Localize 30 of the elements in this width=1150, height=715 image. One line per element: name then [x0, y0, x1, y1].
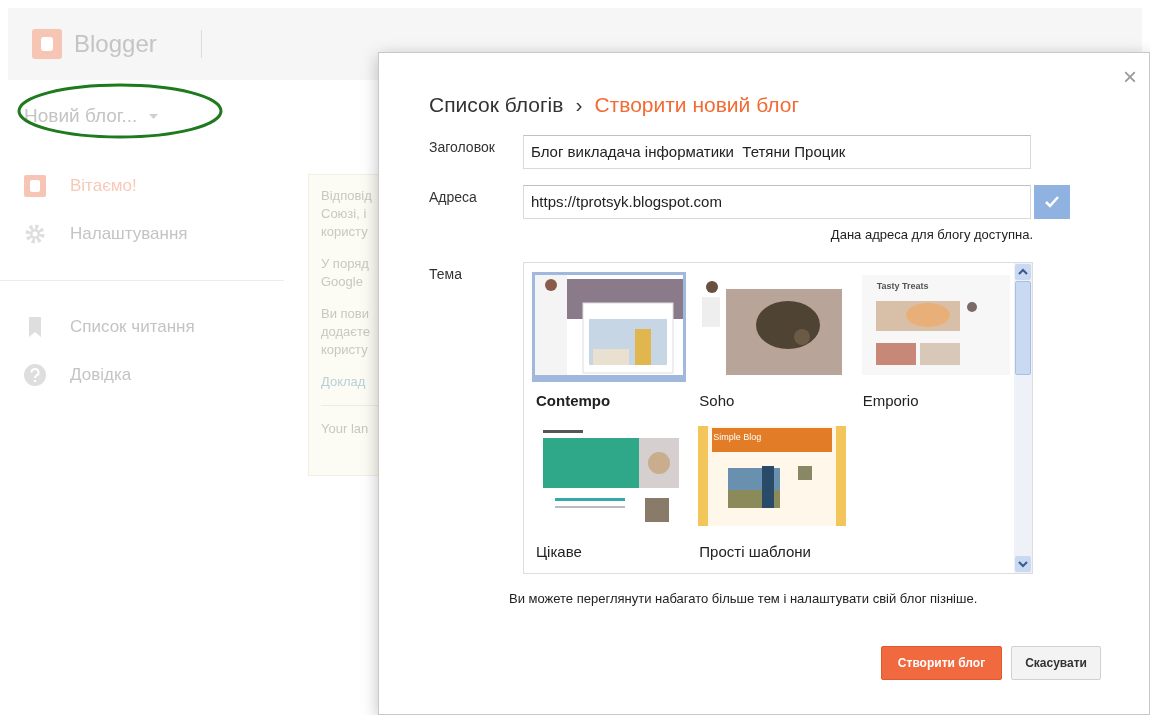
- theme-name: Contempo: [536, 391, 612, 411]
- theme-option[interactable]: Soho: [695, 272, 848, 423]
- dialog-title: Створити новий блог: [594, 92, 800, 118]
- scrollbar[interactable]: [1014, 263, 1032, 573]
- theme-name: Soho: [699, 391, 736, 411]
- title-label: Заголовок: [429, 137, 496, 157]
- breadcrumb-separator: ›: [575, 92, 583, 118]
- address-label: Адреса: [429, 187, 478, 207]
- dropdown-caret-icon: [149, 113, 159, 119]
- title-input-field[interactable]: Блог викладача інформатики Тетяни Процик: [523, 134, 1031, 169]
- theme-option[interactable]: Simple Blog Прості шаблони: [695, 423, 848, 574]
- preview-blog-title: Tasty Treats: [876, 280, 929, 293]
- theme-name: Цікаве: [536, 542, 583, 562]
- theme-name: Emporio: [862, 391, 920, 411]
- gear-icon: [24, 223, 46, 245]
- theme-option[interactable]: Tasty Treats Emporio: [858, 272, 1011, 423]
- theme-name: Прості шаблони: [699, 542, 812, 562]
- theme-option[interactable]: Contempo: [532, 272, 684, 423]
- address-status-text: Дана адреса для блогу доступна.: [830, 225, 1033, 244]
- theme-label: Тема: [429, 265, 463, 284]
- blogger-logo-icon: [24, 175, 46, 197]
- scroll-thumb[interactable]: [1015, 281, 1031, 375]
- address-input-field[interactable]: https://tprotsyk.blogspot.com: [523, 184, 1031, 219]
- help-icon: [24, 364, 46, 386]
- theme-option[interactable]: Цікаве: [532, 423, 684, 574]
- theme-hint-text: Ви можете переглянути набагато більше тем і налаштувати свій блог пізніше.: [509, 591, 978, 606]
- cancel-button[interactable]: Скасувати: [1011, 646, 1101, 680]
- preview-blog-title: Simple Blog: [713, 431, 762, 444]
- breadcrumb-link[interactable]: Список блогів: [429, 89, 564, 121]
- blogger-logo-icon: [32, 29, 62, 59]
